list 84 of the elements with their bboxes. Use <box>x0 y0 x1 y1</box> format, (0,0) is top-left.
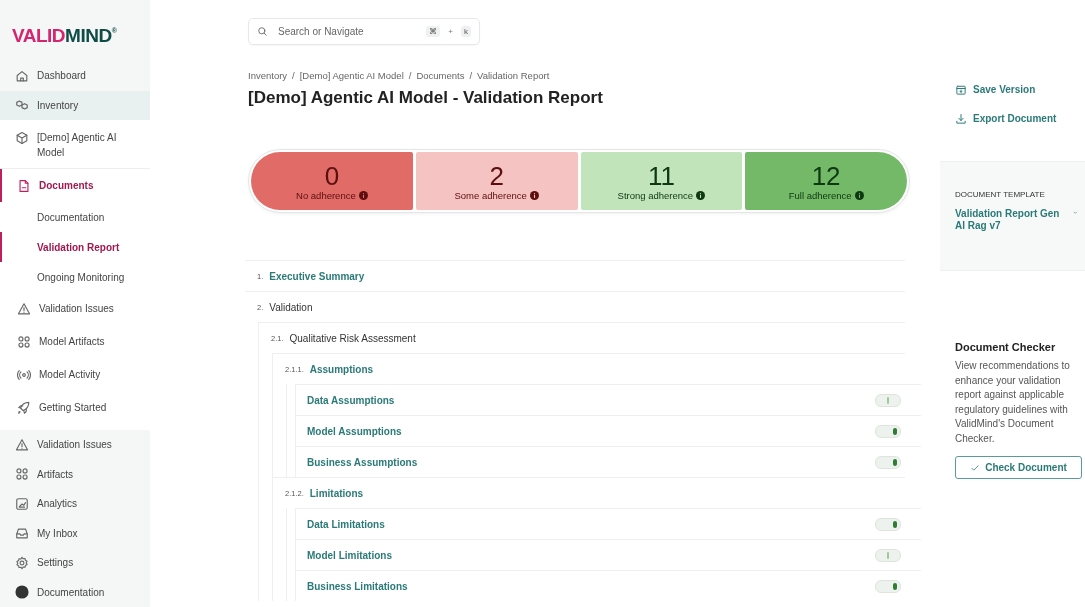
checker-description: View recommendations to enhance your validation report against applicable regulatory guidelines with ValidMind's Document Checker. <box>955 359 1071 446</box>
shortcut-key: k <box>461 26 471 37</box>
chart-icon <box>15 496 29 511</box>
section-link[interactable]: Model Assumptions <box>307 425 402 437</box>
document-icon <box>17 178 31 193</box>
adherence-segment[interactable]: 2 Some adherence <box>415 152 578 210</box>
section-title[interactable]: Assumptions <box>309 363 374 375</box>
circles-icon <box>17 334 31 349</box>
breadcrumb-link[interactable]: Validation Report <box>477 70 550 81</box>
chevron-icon <box>1072 208 1079 217</box>
adherence-segment[interactable]: 12 Full adherence <box>745 152 907 210</box>
adherence-label: Full adherence <box>788 189 852 201</box>
breadcrumb-separator: / <box>408 70 412 81</box>
toggle-switch[interactable] <box>875 424 901 438</box>
broadcast-icon <box>17 367 31 382</box>
section-title[interactable]: Validation <box>269 301 313 313</box>
section-link[interactable]: Data Limitations <box>307 518 385 530</box>
sidebar-item[interactable]: Inventory <box>0 90 150 120</box>
sidebar-item[interactable]: Validation Issues <box>0 430 150 460</box>
check-icon <box>970 462 981 473</box>
sidebar-item[interactable]: Validation Report <box>0 232 150 262</box>
section-link[interactable]: Data Assumptions <box>307 394 395 406</box>
circles-icon <box>15 467 29 482</box>
toggle-switch[interactable] <box>875 548 901 562</box>
section-title[interactable]: Qualitative Risk Assessment <box>289 332 416 344</box>
sidebar-item[interactable]: Dashboard <box>0 61 150 91</box>
sidebar-item[interactable]: Validation Issues <box>0 292 150 325</box>
breadcrumb-link[interactable]: Documents <box>416 70 465 81</box>
toggle-switch[interactable] <box>875 517 901 531</box>
sidebar-item[interactable]: Documents <box>0 169 150 202</box>
template-select[interactable]: Validation Report Gen AI Rag v7 <box>955 208 1079 232</box>
warning-icon <box>17 301 31 316</box>
section-link[interactable]: Business Limitations <box>307 580 408 592</box>
adherence-label: Some adherence <box>454 189 527 201</box>
cube-icon <box>15 131 29 145</box>
checker-title: Document Checker <box>955 341 1057 353</box>
sidebar-item[interactable]: Documentation <box>0 577 150 607</box>
section-title[interactable]: Executive Summary <box>269 270 365 282</box>
toggle-switch[interactable] <box>875 455 901 469</box>
sidebar-item[interactable]: Model Activity <box>0 358 150 391</box>
toggle-switch[interactable] <box>875 393 901 407</box>
adherence-label: No adherence <box>296 189 356 201</box>
model-title[interactable]: [Demo] Agentic AI Model <box>0 122 150 169</box>
download-icon <box>955 112 967 125</box>
plus-sign: + <box>448 27 453 36</box>
sidebar-item[interactable]: Ongoing Monitoring <box>0 262 150 292</box>
section-link[interactable]: Business Assumptions <box>307 456 418 468</box>
check-document-button[interactable]: Check Document <box>955 456 1082 479</box>
section-link[interactable]: Model Limitations <box>307 549 392 561</box>
sidebar-item[interactable]: Analytics <box>0 489 150 519</box>
home-icon <box>15 68 29 83</box>
template-label: DOCUMENT TEMPLATE <box>955 190 1046 199</box>
search-field[interactable]: Search or Navigate <box>276 25 419 38</box>
breadcrumb-link[interactable]: Inventory <box>248 70 288 81</box>
breadcrumb-separator: / <box>469 70 473 81</box>
save-version-button[interactable]: Save Version <box>940 75 1042 104</box>
sidebar-item[interactable]: Documentation <box>0 202 150 232</box>
archive-icon <box>955 83 967 96</box>
adherence-count: 12 <box>811 161 841 190</box>
sidebar-item[interactable]: Model Artifacts <box>0 325 150 358</box>
breadcrumb-separator: / <box>292 70 295 81</box>
adherence-label: Strong adherence <box>617 189 694 201</box>
inbox-icon <box>15 526 29 541</box>
adherence-count: 2 <box>489 161 504 190</box>
cubes-icon <box>15 98 29 113</box>
search-icon <box>257 26 268 37</box>
section-title[interactable]: Limitations <box>309 487 364 499</box>
search-bar[interactable]: Search or Navigate ⌘ + k <box>248 18 480 45</box>
adherence-segment[interactable]: 0 No adherence <box>251 152 413 210</box>
settings-icon <box>15 555 29 570</box>
rocket-icon <box>17 400 31 415</box>
sidebar-item[interactable]: Getting Started <box>0 391 150 424</box>
warning-icon <box>15 437 29 452</box>
sidebar-item[interactable]: Artifacts <box>0 459 150 489</box>
sidebar-item[interactable]: Settings <box>0 548 150 578</box>
page-title: [Demo] Agentic AI Model - Validation Report <box>248 88 604 108</box>
breadcrumb-link[interactable]: [Demo] Agentic AI Model <box>299 70 404 81</box>
sidebar-item[interactable]: My Inbox <box>0 518 150 548</box>
export-button[interactable]: Export Document <box>940 104 1063 133</box>
adherence-count: 0 <box>324 161 340 190</box>
toggle-switch[interactable] <box>875 579 901 593</box>
adherence-count: 11 <box>647 161 675 190</box>
adherence-segment[interactable]: 11 Strong adherence <box>580 152 743 210</box>
shortcut-key: ⌘ <box>426 26 441 37</box>
